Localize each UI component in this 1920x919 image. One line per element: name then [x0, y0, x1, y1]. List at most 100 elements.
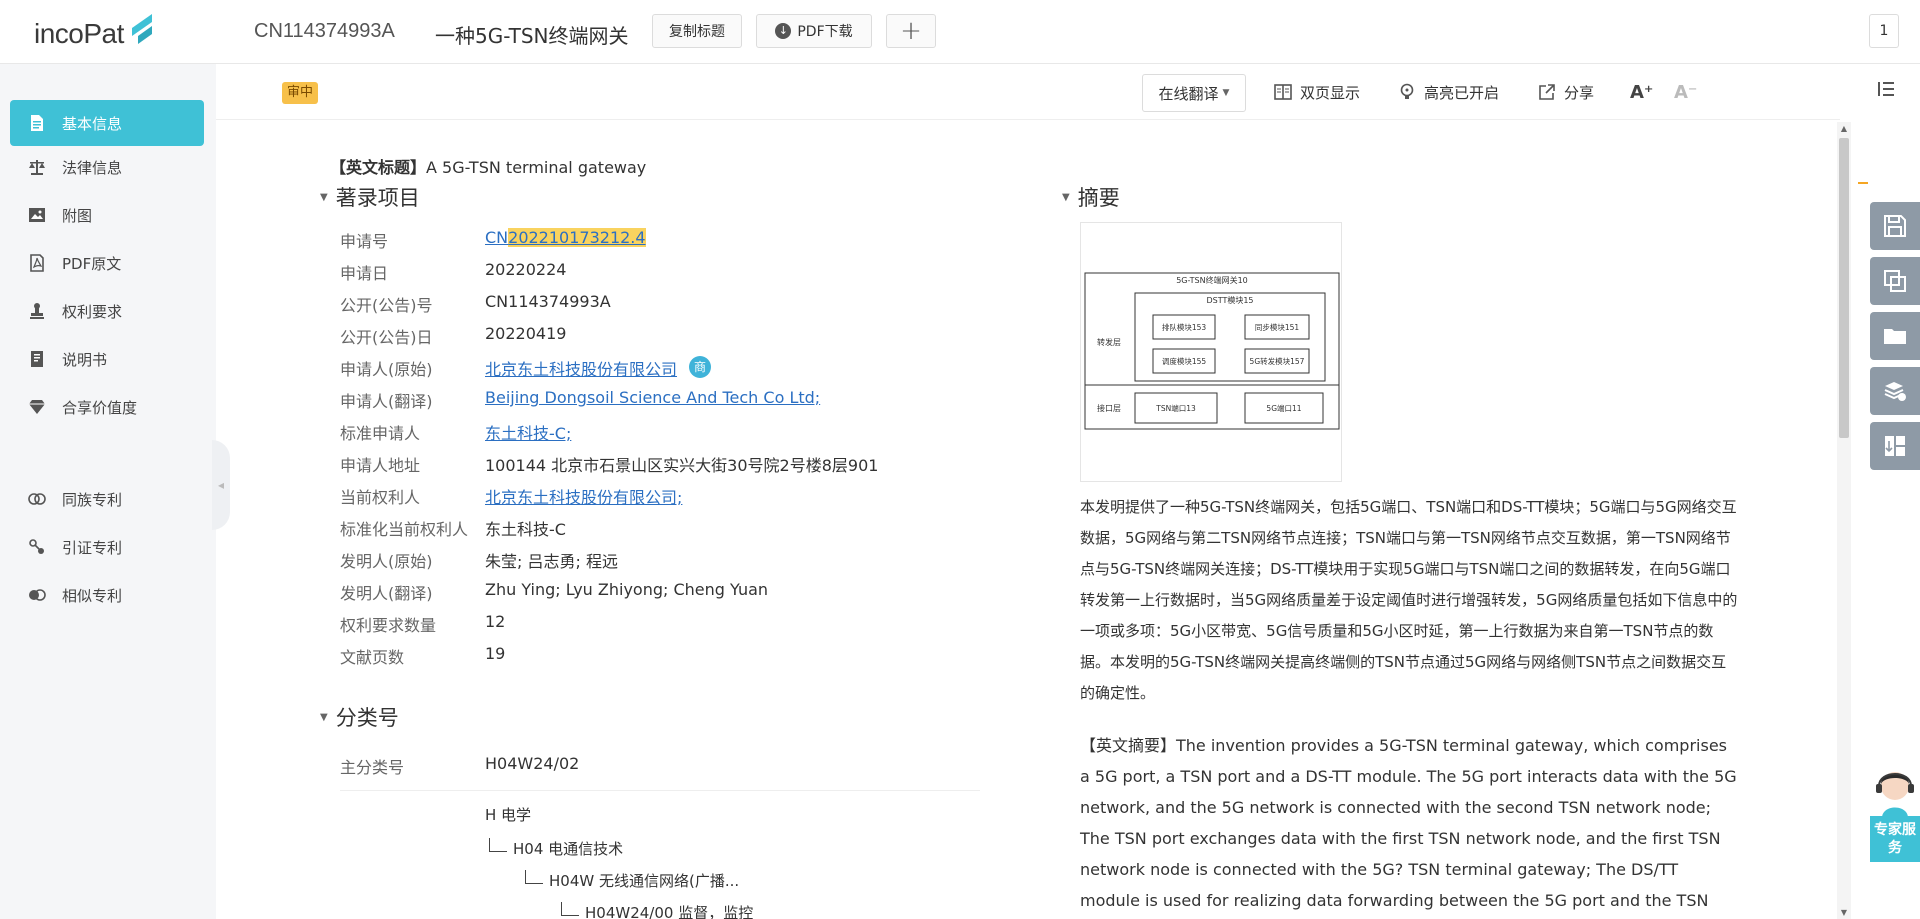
expert-service-button[interactable]: 专家服务	[1870, 760, 1920, 862]
sidebar-item-figures[interactable]: 附图	[10, 192, 204, 238]
divider	[340, 790, 980, 791]
image-icon	[28, 206, 46, 224]
font-decrease-button[interactable]: A⁻	[1674, 80, 1697, 104]
content-scrollbar[interactable]: ▲ ▼	[1837, 122, 1851, 919]
add-button[interactable]: +	[886, 14, 936, 48]
dual-page-label: 双页显示	[1300, 83, 1361, 102]
top-bar: incoPat CN114374993A 一种5G-TSN终端网关 复制标题 ↓…	[0, 0, 1920, 64]
main-classification-row: 主分类号 H04W24/02	[340, 754, 579, 778]
document-icon	[28, 114, 46, 132]
biblio-section-header[interactable]: ▼ 著录项目	[320, 182, 420, 212]
pdf-download-button[interactable]: ↓ PDF下载	[756, 14, 872, 48]
toc-button[interactable]	[1876, 80, 1896, 102]
sidebar-item-similar[interactable]: 相似专利	[10, 572, 204, 618]
class-tree-node[interactable]: H 电学	[485, 804, 531, 825]
sidebar-item-value[interactable]: 合享价值度	[10, 384, 204, 430]
biblio-value: 20220224	[485, 260, 567, 279]
biblio-row: 申请日 20220224	[340, 260, 566, 284]
save-icon	[1884, 215, 1906, 237]
class-tree-label: H04W 无线通信网络(广播...	[549, 872, 740, 890]
applicant-translated-link[interactable]: Beijing Dongsoil Science And Tech Co Ltd…	[485, 388, 820, 412]
biblio-row: 发明人(翻译) Zhu Ying; Lyu Zhiyong; Cheng Yuan	[340, 580, 768, 604]
biblio-label: 标准申请人	[340, 424, 421, 443]
biblio-label: 申请日	[340, 264, 389, 283]
biblio-label: 主分类号	[340, 758, 405, 777]
scroll-thumb[interactable]	[1839, 138, 1849, 438]
scroll-down-icon[interactable]: ▼	[1837, 908, 1851, 917]
list-icon	[1878, 82, 1894, 96]
book-icon	[1274, 84, 1292, 100]
english-title-text: A 5G-TSN terminal gateway	[426, 158, 647, 177]
download-icon: ↓	[775, 23, 792, 39]
scales-icon	[28, 158, 46, 176]
current-owner-link[interactable]: 北京东土科技股份有限公司;	[485, 484, 682, 508]
application-number-link[interactable]: CN202210173212.4	[485, 228, 646, 252]
sidebar-item-claims[interactable]: 权利要求	[10, 288, 204, 334]
class-tree-label: H 电学	[485, 806, 532, 824]
document-content: 【英文标题】A 5G-TSN terminal gateway ▼ 著录项目 申…	[216, 120, 1836, 919]
highlight-toggle[interactable]: 高亮已开启	[1398, 80, 1499, 104]
highlight-marker	[1858, 182, 1868, 184]
biblio-label: 文献页数	[340, 648, 405, 667]
export-icon	[1885, 436, 1905, 456]
folder-button[interactable]	[1870, 312, 1920, 360]
citation-icon	[28, 538, 46, 556]
abstract-section-header[interactable]: ▼ 摘要	[1062, 182, 1120, 212]
sidebar-item-description[interactable]: 说明书	[10, 336, 204, 382]
business-badge[interactable]: 商	[689, 356, 712, 378]
incopat-logo[interactable]: incoPat	[34, 14, 156, 54]
export-button[interactable]	[1870, 422, 1920, 470]
online-translate-select[interactable]: 在线翻译 ▼	[1142, 74, 1246, 112]
applicant-link[interactable]: 北京东土科技股份有限公司	[485, 356, 677, 380]
logo-text-pat: Pat	[83, 18, 124, 49]
expert-service-label: 专家服务	[1870, 816, 1920, 862]
customer-service-avatar-icon	[1876, 772, 1914, 818]
class-tree-label: H04W24/00 监督，监控	[585, 904, 754, 919]
class-tree-label: H04 电通信技术	[513, 840, 624, 858]
standard-applicant-link[interactable]: 东土科技-C;	[485, 420, 571, 444]
biblio-label: 权利要求数量	[340, 616, 437, 635]
abstract-figure[interactable]: 5G-TSN终端网关10 DSTT模块15 转发层 排队模块153 同步模块15…	[1080, 222, 1342, 482]
document-toolbar: 审中 在线翻译 ▼ 双页显示 高亮已开启 分享 A⁺ A⁻	[216, 64, 1840, 120]
collapse-triangle-icon: ▼	[320, 191, 328, 203]
dual-page-button[interactable]: 双页显示	[1274, 80, 1360, 104]
font-increase-button[interactable]: A⁺	[1630, 80, 1653, 104]
sidebar-item-basic-info[interactable]: 基本信息	[10, 100, 204, 146]
sidebar-item-legal-info[interactable]: 法律信息	[10, 144, 204, 190]
plus-icon: +	[900, 16, 922, 46]
diagram-queue-module: 排队模块153	[1162, 322, 1207, 332]
stack-button[interactable]	[1870, 367, 1920, 415]
biblio-label: 申请人地址	[340, 456, 421, 475]
biblio-row: 申请人地址 100144 北京市石景山区实兴大街30号院2号楼8层901	[340, 452, 878, 476]
biblio-row: 标准申请人 东土科技-C;	[340, 420, 571, 444]
stamp-icon	[28, 302, 46, 320]
classification-section-header[interactable]: ▼ 分类号	[320, 702, 399, 732]
sidebar-item-family[interactable]: 同族专利	[10, 476, 204, 522]
diagram-sync-module: 同步模块151	[1255, 322, 1300, 332]
compare-button[interactable]	[1870, 257, 1920, 305]
scroll-up-icon[interactable]: ▲	[1837, 124, 1851, 133]
logo-text: incoPat	[34, 18, 124, 50]
sidebar-item-citation[interactable]: 引证专利	[10, 524, 204, 570]
biblio-label: 申请人(原始)	[340, 360, 433, 379]
pdf-icon	[28, 254, 46, 272]
english-abstract-text: The invention provides a 5G-TSN terminal…	[1080, 736, 1737, 910]
sidebar-item-pdf[interactable]: PDF原文	[10, 240, 204, 286]
classification-heading: 分类号	[335, 706, 399, 730]
biblio-heading: 著录项目	[335, 186, 420, 210]
translate-label: 在线翻译	[1158, 84, 1219, 103]
share-button[interactable]: 分享	[1538, 80, 1594, 104]
biblio-label: 公开(公告)日	[340, 328, 433, 347]
class-tree-node[interactable]: H04W 无线通信网络(广播...	[525, 870, 739, 891]
biblio-row: 文献页数 19	[340, 644, 505, 668]
copy-title-button[interactable]: 复制标题	[652, 14, 742, 48]
save-button[interactable]	[1870, 202, 1920, 250]
page-number-box[interactable]: 1	[1869, 14, 1899, 48]
document-title: 一种5G-TSN终端网关	[435, 24, 629, 48]
biblio-value: 东土科技-C	[485, 520, 566, 539]
class-tree-node[interactable]: H04W24/00 监督，监控	[561, 902, 753, 919]
diagram-forward-layer: 转发层	[1097, 337, 1121, 347]
share-label: 分享	[1564, 83, 1595, 102]
class-tree-node[interactable]: H04 电通信技术	[489, 838, 623, 859]
document-number: CN114374993A	[254, 20, 395, 42]
